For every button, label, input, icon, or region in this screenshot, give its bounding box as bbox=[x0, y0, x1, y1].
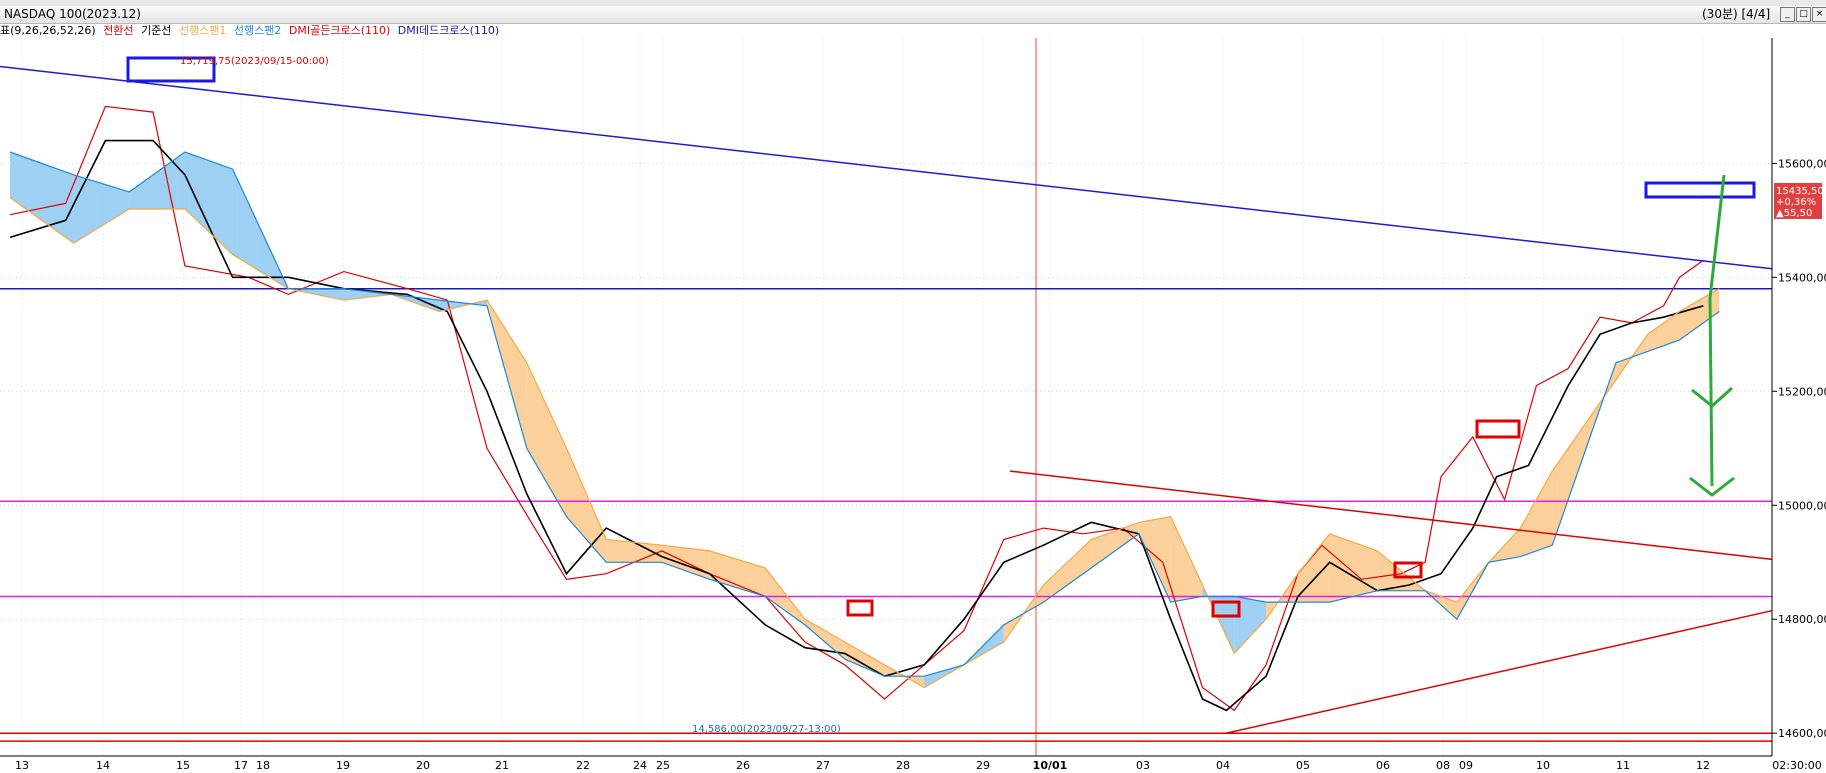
cloud-segment-22 bbox=[1043, 539, 1092, 603]
x-tick-label-20: 08 bbox=[1436, 759, 1450, 772]
series-line-0 bbox=[9, 105, 1704, 712]
x-tick-label-25: 02:30:00 bbox=[1772, 759, 1821, 772]
x-tick-label-11: 26 bbox=[736, 759, 750, 772]
window-title: NASDAQ 100(2023.12) bbox=[4, 7, 141, 21]
current-price-text-0: 15435,50 bbox=[1776, 186, 1824, 197]
x-tick-label-8: 22 bbox=[576, 759, 590, 772]
series-lines bbox=[9, 105, 1720, 712]
y-tick-label-2: 15000,00 bbox=[1778, 499, 1826, 512]
current-price-text-1: +0,36% bbox=[1776, 197, 1816, 208]
x-tick-label-1: 14 bbox=[96, 759, 110, 772]
ichimoku-cloud bbox=[10, 151, 1720, 688]
x-tick-label-13: 28 bbox=[896, 759, 910, 772]
grid-lines bbox=[0, 38, 1772, 756]
x-tick-label-5: 19 bbox=[336, 759, 350, 772]
y-tick-label-5: 15600,00 bbox=[1778, 157, 1826, 170]
cloud-segment-36 bbox=[1552, 425, 1585, 546]
x-tick-label-23: 11 bbox=[1616, 759, 1630, 772]
indicator-legend: 표(9,26,26,52,26) 전환선 기준선 선행스팬1 선행스팬2 DMI… bbox=[0, 24, 503, 38]
cloud-segment-3 bbox=[184, 151, 233, 255]
red-box-breakout bbox=[1475, 419, 1521, 439]
red-resistance-line bbox=[1009, 470, 1773, 561]
legend-item-leading-span2: 선행스팬2 bbox=[233, 24, 282, 37]
green-arrow-shaft bbox=[1708, 174, 1726, 487]
series-line-1 bbox=[9, 139, 1704, 712]
x-tick-label-10: 25 bbox=[656, 759, 670, 772]
cloud-segment-17 bbox=[844, 642, 885, 677]
x-tick-label-14: 29 bbox=[976, 759, 990, 772]
x-tick-label-4: 18 bbox=[256, 759, 270, 772]
cloud-segment-0 bbox=[10, 151, 74, 244]
x-tick-label-15: 10/01 bbox=[1033, 759, 1068, 772]
x-tick-label-9: 24 bbox=[633, 759, 647, 772]
x-tick-label-17: 04 bbox=[1216, 759, 1230, 772]
window-titlebar: NASDAQ 100(2023.12) (30분) [4/4] _ □ × bbox=[0, 6, 1826, 24]
legend-prefix: 표(9,26,26,52,26) bbox=[0, 24, 96, 37]
x-tick-label-7: 21 bbox=[495, 759, 509, 772]
x-tick-label-0: 13 bbox=[15, 759, 29, 772]
legend-item-dmi-dead-cross: DMI데드크로스(110) bbox=[397, 24, 500, 37]
blue-box-current bbox=[1644, 181, 1756, 199]
x-tick-label-19: 06 bbox=[1376, 759, 1390, 772]
x-tick-label-22: 10 bbox=[1536, 759, 1550, 772]
legend-item-conversion-line: 전환선 bbox=[103, 24, 134, 37]
annotation-labels: 15,719,75(2023/09/15-00:00) 14,586,00(202… bbox=[180, 56, 841, 735]
x-tick-label-12: 27 bbox=[816, 759, 830, 772]
legend-item-base-line: 기준선 bbox=[141, 24, 172, 37]
y-tick-label-1: 14800,00 bbox=[1778, 613, 1826, 626]
current-price-text-2: ▲55,50 bbox=[1776, 208, 1812, 219]
price-chart[interactable]: 13 14 15 17 18 19 20 21 22 24 25 26 27 28 29 10/01 03 04 0… bbox=[0, 38, 1826, 773]
y-tick-label-4: 15400,00 bbox=[1778, 271, 1826, 284]
red-support-line bbox=[1225, 609, 1773, 734]
y-axis: 14600,00 14800,00 15000,00 15200,00 15400,00… bbox=[1771, 38, 1826, 756]
blue-downtrend-line bbox=[0, 65, 1773, 270]
x-tick-label-24: 12 bbox=[1696, 759, 1710, 772]
y-tick-label-3: 15200,00 bbox=[1778, 385, 1826, 398]
cloud-segment-10 bbox=[526, 362, 567, 517]
x-tick-label-3: 17 bbox=[234, 759, 248, 772]
low-price-label: 14,586,00(2023/09/27-13:00) bbox=[692, 724, 841, 735]
cloud-segment-14 bbox=[709, 550, 766, 597]
red-box-low-1 bbox=[846, 599, 874, 617]
period-indicator: (30분) [4/4] bbox=[1702, 7, 1771, 21]
y-tick-label-0: 14600,00 bbox=[1778, 727, 1826, 740]
close-button[interactable]: × bbox=[1812, 7, 1826, 22]
x-tick-label-2: 15 bbox=[176, 759, 190, 772]
cloud-segment-1 bbox=[73, 174, 130, 244]
x-tick-label-6: 20 bbox=[416, 759, 430, 772]
x-tick-label-18: 05 bbox=[1296, 759, 1310, 772]
legend-item-dmi-golden-cross: DMI골든크로스(110) bbox=[288, 24, 391, 37]
legend-item-leading-span1: 선행스팬1 bbox=[178, 24, 227, 37]
x-tick-label-16: 03 bbox=[1136, 759, 1150, 772]
cloud-segment-35 bbox=[1520, 471, 1553, 557]
minimize-button[interactable]: _ bbox=[1780, 7, 1795, 22]
high-price-label: 15,719,75(2023/09/15-00:00) bbox=[180, 56, 329, 67]
x-axis: 13 14 15 17 18 19 20 21 22 24 25 26 27 28 29 10/01 03 04 0… bbox=[0, 755, 1822, 772]
cloud-segment-25 bbox=[1170, 516, 1203, 603]
cloud-segment-24 bbox=[1138, 516, 1171, 603]
maximize-button[interactable]: □ bbox=[1796, 7, 1811, 22]
cloud-segment-2 bbox=[129, 151, 185, 209]
cloud-segment-40 bbox=[1679, 288, 1720, 341]
trend-drawings bbox=[0, 56, 1773, 734]
x-tick-label-21: 09 bbox=[1459, 759, 1473, 772]
